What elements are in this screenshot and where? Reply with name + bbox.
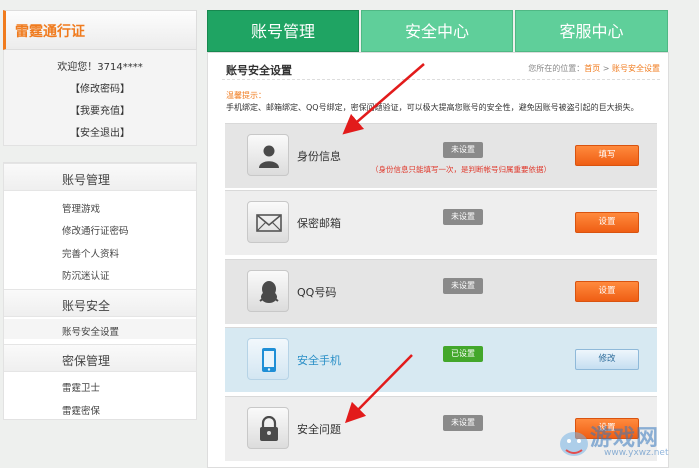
row-label: 安全问题 xyxy=(297,423,341,436)
breadcrumb-home[interactable]: 首页 xyxy=(584,64,600,73)
breadcrumb: 您所在的位置：首页 > 账号安全设置 xyxy=(528,63,660,74)
row-label: 保密邮箱 xyxy=(297,217,341,230)
logout-link[interactable]: 【安全退出】 xyxy=(4,124,196,139)
security-row-qq: QQ号码 未设置 设置 xyxy=(225,259,657,324)
sidebar-section-protection: 密保管理 xyxy=(4,344,196,372)
breadcrumb-current[interactable]: 账号安全设置 xyxy=(612,64,660,73)
main-panel: 账号安全设置 您所在的位置：首页 > 账号安全设置 温馨提示： 手机绑定、邮箱绑… xyxy=(207,52,669,468)
user-panel: 欢迎您！3714**** 【修改密码】 【我要充值】 【安全退出】 xyxy=(3,50,197,146)
sidebar-item-mibao[interactable]: 雷霆密保 xyxy=(62,403,100,417)
sidebar-section-security: 账号安全 xyxy=(4,289,196,317)
row-label: QQ号码 xyxy=(297,286,337,299)
envelope-icon xyxy=(247,201,289,243)
status-badge: 未设置 xyxy=(443,142,483,158)
row-label: 安全手机 xyxy=(297,354,341,367)
sidebar-section-title: 密保管理 xyxy=(62,354,111,368)
fill-identity-button[interactable]: 填写 xyxy=(575,145,639,166)
qq-penguin-icon xyxy=(247,270,289,312)
modify-phone-button[interactable]: 修改 xyxy=(575,349,639,370)
sidebar-item-change-password[interactable]: 修改通行证密码 xyxy=(62,223,129,237)
status-badge: 未设置 xyxy=(443,278,483,294)
sidebar-item-profile[interactable]: 完善个人资料 xyxy=(62,246,119,260)
status-badge: 未设置 xyxy=(443,415,483,431)
set-qq-button[interactable]: 设置 xyxy=(575,281,639,302)
breadcrumb-separator: > xyxy=(600,64,612,73)
security-row-phone: 安全手机 已设置 修改 xyxy=(225,327,657,392)
tab-account[interactable]: 账号管理 xyxy=(207,10,359,52)
breadcrumb-prefix: 您所在的位置： xyxy=(528,64,585,73)
sidebar-section-title: 账号管理 xyxy=(62,173,111,187)
security-row-identity: 身份信息 未设置 （身份信息只能填写一次，是判断帐号归属重要依据） 填写 xyxy=(225,123,657,188)
sidebar-item-manage-games[interactable]: 管理游戏 xyxy=(62,201,100,215)
identity-note: （身份信息只能填写一次，是判断帐号归属重要依据） xyxy=(371,165,551,174)
divider xyxy=(222,79,660,80)
security-row-email: 保密邮箱 未设置 设置 xyxy=(225,190,657,255)
recharge-link[interactable]: 【我要充值】 xyxy=(4,102,196,117)
sidebar-section-account: 账号管理 xyxy=(4,163,196,191)
id-person-icon xyxy=(247,134,289,176)
watermark-url: www.yxwz.net xyxy=(604,448,669,458)
tab-security-center[interactable]: 安全中心 xyxy=(361,10,513,52)
lock-icon xyxy=(247,407,289,449)
sidebar-item-security-settings[interactable]: 账号安全设置 xyxy=(62,324,119,338)
sidebar-item-guard[interactable]: 雷霆卫士 xyxy=(62,380,100,394)
sidebar-section-title: 账号安全 xyxy=(62,299,111,313)
sidebar-header: 雷霆通行证 xyxy=(3,10,197,50)
sidebar-menu: 账号管理 管理游戏 修改通行证密码 完善个人资料 防沉迷认证 账号安全 账号安全… xyxy=(3,162,197,420)
sidebar-title: 雷霆通行证 xyxy=(15,24,85,40)
row-label: 身份信息 xyxy=(297,150,341,163)
change-password-link[interactable]: 【修改密码】 xyxy=(4,80,196,95)
tip-text: 手机绑定、邮箱绑定、QQ号绑定，密保问题验证，可以极大提高您账号的安全性，避免因… xyxy=(226,103,639,112)
welcome-text: 欢迎您！3714**** xyxy=(57,62,143,73)
tip-label: 温馨提示： xyxy=(226,91,266,100)
mobile-phone-icon xyxy=(247,338,289,380)
set-email-button[interactable]: 设置 xyxy=(575,212,639,233)
tab-customer-service[interactable]: 客服中心 xyxy=(515,10,668,52)
page-title: 账号安全设置 xyxy=(226,64,292,77)
sidebar: 雷霆通行证 欢迎您！3714**** 【修改密码】 【我要充值】 【安全退出】 … xyxy=(0,0,198,468)
status-badge: 未设置 xyxy=(443,209,483,225)
status-badge: 已设置 xyxy=(443,346,483,362)
sidebar-item-anti-addiction[interactable]: 防沉迷认证 xyxy=(62,268,110,282)
